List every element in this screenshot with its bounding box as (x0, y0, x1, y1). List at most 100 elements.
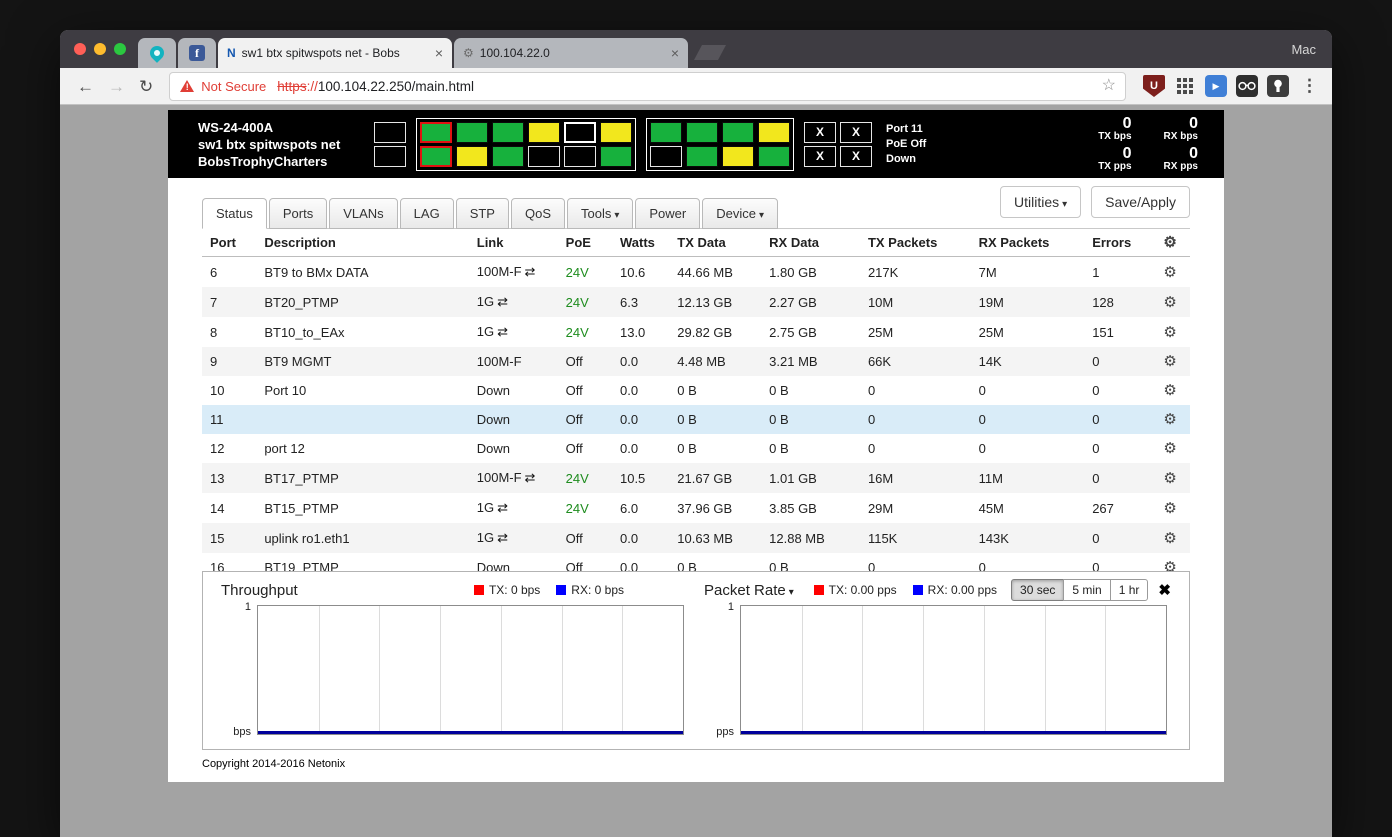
zero-value-series-line (258, 731, 683, 734)
port-23[interactable] (804, 122, 836, 143)
throughput-title: Throughput (221, 582, 298, 599)
legend-tx: TX: 0 bps (474, 583, 540, 597)
port-20[interactable] (722, 146, 754, 167)
tab-device[interactable]: Device (702, 198, 778, 229)
utilities-button[interactable]: Utilities (1000, 186, 1081, 218)
close-charts-icon[interactable] (1158, 583, 1171, 598)
browser-menu-icon[interactable] (1301, 76, 1318, 96)
port-settings-gear-icon[interactable] (1163, 264, 1176, 281)
port-13[interactable] (600, 122, 632, 143)
port-row-8[interactable]: 8BT10_to_EAx1G24V13.029.82 GB2.75 GB25M2… (202, 317, 1190, 347)
packet-rate-plot (740, 605, 1167, 735)
port-24[interactable] (804, 146, 836, 167)
extension-icons (1143, 75, 1289, 97)
port-22[interactable] (758, 146, 790, 167)
tab-qos[interactable]: QoS (511, 198, 565, 229)
port-row-15[interactable]: 15uplink ro1.eth11GOff0.010.63 MB12.88 M… (202, 523, 1190, 553)
close-window-button[interactable] (74, 43, 86, 55)
minimize-window-button[interactable] (94, 43, 106, 55)
duplex-arrows-icon (497, 500, 508, 515)
new-tab-button[interactable] (694, 45, 726, 60)
y-axis-max-label: 1 (704, 601, 734, 613)
port-5[interactable] (456, 122, 488, 143)
reload-button[interactable] (139, 78, 153, 95)
port-18[interactable] (686, 146, 718, 167)
port-settings-gear-icon[interactable] (1163, 294, 1176, 311)
pinned-tab-pin[interactable] (138, 38, 176, 68)
zero-value-series-line (741, 731, 1166, 734)
port-19[interactable] (722, 122, 754, 143)
bookmark-star-icon[interactable] (1102, 78, 1116, 94)
port-9[interactable] (528, 122, 560, 143)
port-row-7[interactable]: 7BT20_PTMP1G24V6.312.13 GB2.27 GB10M19M1… (202, 287, 1190, 317)
throughput-chart-box: Throughput TX: 0 bpsRX: 0 bps 1 bps (213, 578, 696, 735)
close-tab-icon[interactable] (671, 46, 679, 60)
port-settings-gear-icon[interactable] (1163, 470, 1176, 487)
port-16[interactable] (650, 146, 682, 167)
zoom-window-button[interactable] (114, 43, 126, 55)
port-21[interactable] (758, 122, 790, 143)
port-2[interactable] (374, 146, 406, 167)
table-settings-gear-icon[interactable] (1163, 234, 1176, 251)
adblock-shield-extension-icon[interactable] (1143, 75, 1165, 97)
tab-stp[interactable]: STP (456, 198, 509, 229)
range-button-1-hr[interactable]: 1 hr (1110, 579, 1149, 601)
tab-vlans[interactable]: VLANs (329, 198, 397, 229)
port-settings-gear-icon[interactable] (1163, 500, 1176, 517)
tab-tools[interactable]: Tools (567, 198, 633, 229)
back-button[interactable] (77, 78, 94, 95)
column-header-link: Link (469, 229, 558, 257)
port-settings-gear-icon[interactable] (1163, 353, 1176, 370)
tab-lag[interactable]: LAG (400, 198, 454, 229)
tab-title: sw1 btx spitwspots net - Bobs (242, 46, 429, 60)
port-11[interactable] (564, 122, 596, 143)
port-row-11[interactable]: 11DownOff0.00 B0 B000 (202, 405, 1190, 434)
save-apply-button[interactable]: Save/Apply (1091, 186, 1190, 218)
port-8[interactable] (492, 146, 524, 167)
tab-ports[interactable]: Ports (269, 198, 327, 229)
legend-tx: TX: 0.00 pps (814, 583, 897, 597)
gridline (923, 606, 924, 734)
address-bar[interactable]: Not Secure https://100.104.22.250/main.h… (169, 72, 1126, 101)
forward-button[interactable] (108, 78, 125, 95)
port-row-13[interactable]: 13BT17_PTMP100M-F24V10.521.67 GB1.01 GB1… (202, 463, 1190, 493)
time-range-buttons: 30 sec5 min1 hr (1011, 579, 1148, 601)
glasses-extension-icon[interactable] (1236, 75, 1258, 97)
port-row-10[interactable]: 10Port 10DownOff0.00 B0 B000 (202, 376, 1190, 405)
port-row-14[interactable]: 14BT15_PTMP1G24V6.037.96 GB3.85 GB29M45M… (202, 493, 1190, 523)
tab-status[interactable]: Status (202, 198, 267, 229)
device-model: WS-24-400A (198, 119, 370, 136)
port-row-6[interactable]: 6BT9 to BMx DATA100M-F24V10.644.66 MB1.8… (202, 257, 1190, 288)
tab-power[interactable]: Power (635, 198, 700, 229)
port-4[interactable] (420, 146, 452, 167)
tab-ip-address[interactable]: 100.104.22.0 (454, 38, 688, 68)
port-14[interactable] (600, 146, 632, 167)
blue-extension-icon[interactable] (1205, 75, 1227, 97)
tab-netonix-switch[interactable]: sw1 btx spitwspots net - Bobs (218, 38, 452, 68)
port-settings-gear-icon[interactable] (1163, 324, 1176, 341)
range-button-30-sec[interactable]: 30 sec (1011, 579, 1064, 601)
range-button-5-min[interactable]: 5 min (1063, 579, 1110, 601)
pinned-tab-facebook[interactable] (178, 38, 216, 68)
port-15[interactable] (650, 122, 682, 143)
close-tab-icon[interactable] (435, 46, 443, 60)
port-settings-gear-icon[interactable] (1163, 382, 1176, 399)
port-row-9[interactable]: 9BT9 MGMT100M-FOff0.04.48 MB3.21 MB66K14… (202, 347, 1190, 376)
port-settings-gear-icon[interactable] (1163, 411, 1176, 428)
port-row-12[interactable]: 12port 12DownOff0.00 B0 B000 (202, 434, 1190, 463)
packet-rate-title[interactable]: Packet Rate (704, 582, 794, 599)
port-25[interactable] (840, 122, 872, 143)
port-12[interactable] (564, 146, 596, 167)
port-1[interactable] (374, 122, 406, 143)
port-settings-gear-icon[interactable] (1163, 440, 1176, 457)
port-26[interactable] (840, 146, 872, 167)
port-6[interactable] (456, 146, 488, 167)
port-17[interactable] (686, 122, 718, 143)
port-3[interactable] (420, 122, 452, 143)
keyhole-extension-icon[interactable] (1267, 75, 1289, 97)
port-7[interactable] (492, 122, 524, 143)
port-settings-gear-icon[interactable] (1163, 530, 1176, 547)
apps-grid-extension-icon[interactable] (1174, 75, 1196, 97)
netonix-favicon-icon (227, 46, 236, 60)
port-10[interactable] (528, 146, 560, 167)
